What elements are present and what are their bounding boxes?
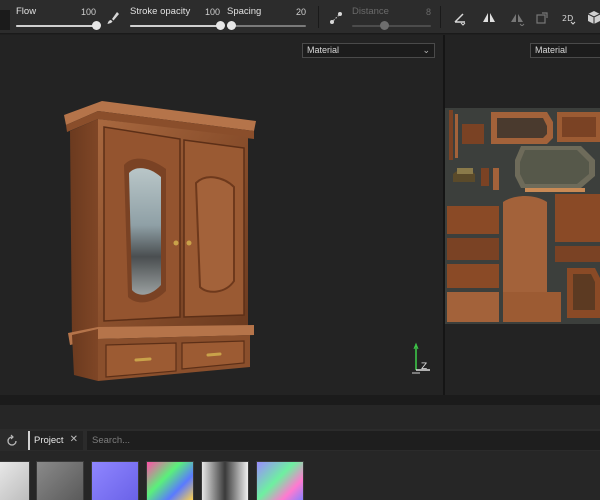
- lazy-mouse-icon[interactable]: [326, 8, 346, 28]
- stroke-opacity-handle[interactable]: [216, 21, 225, 30]
- flow-label: Flow: [16, 6, 37, 17]
- chevron-down-icon: ⌄: [422, 45, 430, 55]
- asset-thumbnail[interactable]: [256, 461, 304, 500]
- uv-texture-map[interactable]: [445, 108, 600, 324]
- flow-handle[interactable]: [92, 21, 101, 30]
- distance-value[interactable]: 8: [426, 7, 431, 17]
- distance-label: Distance: [352, 6, 389, 17]
- refresh-icon[interactable]: [5, 434, 19, 448]
- distance-track[interactable]: [352, 25, 431, 27]
- stroke-opacity-fill: [130, 25, 220, 27]
- tab-project[interactable]: Project ✕: [28, 431, 83, 450]
- asset-thumbnail[interactable]: [91, 461, 139, 500]
- brush-icon[interactable]: [103, 8, 123, 28]
- viewport-2d-material-value: Material: [535, 45, 568, 55]
- stroke-opacity-slider[interactable]: Stroke opacity 100: [130, 0, 225, 34]
- viewport-3d-material-value: Material: [307, 45, 340, 55]
- toolbar-separator: [318, 6, 319, 28]
- distance-slider[interactable]: Distance 8: [352, 0, 431, 34]
- toolbar-separator: [440, 6, 441, 28]
- shelf-header: Project ✕ Search...: [0, 429, 600, 451]
- spacing-track[interactable]: [227, 25, 306, 27]
- cabinet-model[interactable]: [58, 95, 268, 385]
- symmetry-icon[interactable]: [479, 8, 499, 28]
- properties-toolbar: Flow 100 Stroke opacity 100 Spacing 20 D…: [0, 0, 600, 34]
- viewport-2d-material-select[interactable]: Material: [530, 43, 600, 58]
- cube-view-icon[interactable]: [584, 8, 600, 28]
- spacing-handle[interactable]: [226, 21, 236, 30]
- svg-text:Z: Z: [421, 362, 427, 372]
- shelf-thumbnails: [0, 461, 600, 500]
- stroke-opacity-value[interactable]: 100: [205, 7, 220, 17]
- asset-thumbnail[interactable]: [0, 461, 30, 500]
- tool-indicator[interactable]: [0, 10, 10, 30]
- svg-text:2D: 2D: [562, 14, 573, 23]
- viewport-3d[interactable]: Material ⌄ Z: [0, 35, 443, 395]
- transform-icon[interactable]: [532, 8, 552, 28]
- viewport-3d-material-select[interactable]: Material ⌄: [302, 43, 435, 58]
- spacing-slider[interactable]: Spacing 20: [226, 0, 306, 34]
- close-icon[interactable]: ✕: [70, 434, 78, 445]
- painter-window: Flow 100 Stroke opacity 100 Spacing 20 D…: [0, 0, 600, 500]
- flow-value[interactable]: 100: [81, 7, 96, 17]
- asset-shelf: Project ✕ Search...: [0, 405, 600, 500]
- flow-fill: [16, 25, 96, 27]
- distance-handle[interactable]: [379, 21, 389, 30]
- stroke-opacity-label: Stroke opacity: [130, 6, 191, 17]
- asset-thumbnail[interactable]: [36, 461, 84, 500]
- search-placeholder: Search...: [92, 435, 131, 446]
- axis-gizmo-icon: Z: [412, 342, 430, 374]
- search-input[interactable]: Search...: [87, 431, 600, 450]
- spacing-label: Spacing: [227, 6, 262, 17]
- projection-icon[interactable]: 2D: [560, 8, 580, 28]
- alignment-icon[interactable]: [450, 8, 470, 28]
- symmetry-mirror-icon[interactable]: [507, 8, 527, 28]
- asset-thumbnail[interactable]: [201, 461, 249, 500]
- asset-thumbnail[interactable]: [146, 461, 194, 500]
- viewport-2d[interactable]: Material: [445, 35, 600, 395]
- panel-separator: [0, 395, 600, 405]
- flow-slider[interactable]: Flow 100: [16, 0, 101, 34]
- spacing-value[interactable]: 20: [296, 7, 306, 17]
- tab-project-label: Project: [34, 435, 64, 446]
